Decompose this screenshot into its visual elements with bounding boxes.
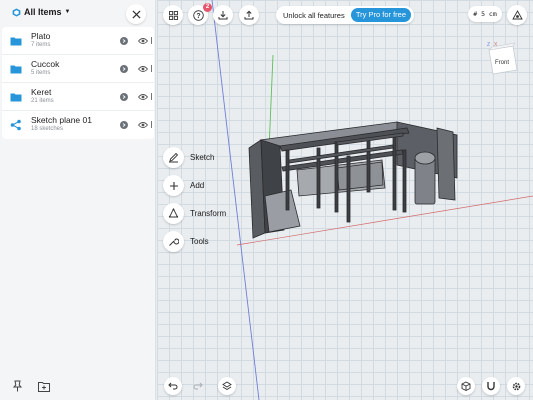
settings-button[interactable] [507,377,525,395]
list-item[interactable]: Keret 21 items [2,83,154,111]
list-item[interactable]: Cuccok 5 items [2,55,154,83]
folder-icon [10,37,22,46]
tool-label: Sketch [190,153,215,162]
arrow-right-icon[interactable] [120,121,128,129]
item-count: 18 sketches [31,126,64,132]
undo-icon [168,382,178,390]
plus-icon [169,181,178,190]
redo-button[interactable] [189,377,207,395]
cube-axis-z: Z [487,42,490,48]
eye-icon[interactable] [138,121,148,129]
new-folder-button[interactable] [36,378,52,394]
download-icon [218,11,228,20]
redo-icon [193,382,203,390]
drag-handle[interactable] [151,37,152,44]
tool-tools[interactable]: Tools [163,231,209,252]
eye-icon[interactable] [138,37,148,45]
unlock-label: Unlock all features [283,10,345,20]
undo-button[interactable] [164,377,182,395]
view-cube[interactable]: Front Z X [483,40,521,78]
item-name: Sketch plane 01 [31,115,92,125]
close-icon [131,9,141,19]
cube-logo-icon [12,7,21,17]
arrow-right-icon[interactable] [120,65,128,73]
notification-badge: 2 [203,3,212,12]
model-scene [211,0,533,400]
upgrade-banner[interactable]: Unlock all features Try Pro for free [276,6,414,24]
item-count: 5 items [31,70,51,76]
item-count: 7 items [31,42,51,48]
import-button[interactable] [213,5,233,25]
list-item[interactable]: Sketch plane 01 18 sketches [2,111,154,139]
sidebar-header: All Items ▼ [0,0,156,27]
upload-icon [244,10,254,20]
svg-text:?: ? [196,13,200,20]
tool-transform[interactable]: Transform [163,203,226,224]
layers-button[interactable] [218,377,236,395]
magnet-icon [487,382,495,391]
grid-size-button[interactable]: # 5 cm [468,6,502,22]
cube-face-label: Front [495,60,509,66]
cube-icon [461,381,471,391]
tool-sketch[interactable]: Sketch [163,147,214,168]
drag-handle[interactable] [151,93,152,100]
list-item[interactable]: Plato 7 items [2,27,154,55]
3d-model [248,121,458,239]
z-axis-line [268,54,274,151]
perspective-icon [511,9,523,19]
item-count: 21 items [31,98,54,104]
pin-icon [12,380,22,392]
grid-icon [168,10,178,20]
chevron-down-icon: ▼ [64,9,71,15]
share-nodes-icon [10,119,21,131]
item-list: Plato 7 items Cuccok 5 items Keret 21 it… [2,27,154,139]
tool-label: Tools [190,237,209,246]
3d-viewport[interactable]: Front Z X [157,0,533,400]
gear-icon [512,382,520,390]
try-pro-button[interactable]: Try Pro for free [350,8,411,22]
item-name: Cuccok [31,59,60,69]
layers-icon [222,381,232,391]
tool-label: Add [190,181,205,190]
sidebar: All Items ▼ Plato 7 items Cuccok 5 items… [0,0,156,400]
grid-view-button[interactable] [163,5,183,25]
pencil-icon [169,152,179,163]
arrow-right-icon[interactable] [120,37,128,45]
transform-icon [168,208,179,218]
eye-icon[interactable] [138,65,148,73]
drag-handle[interactable] [151,121,152,128]
snap-button[interactable] [482,377,500,395]
arrow-right-icon[interactable] [120,93,128,101]
pin-button[interactable] [9,378,25,394]
drag-handle[interactable] [151,65,152,72]
view-settings-button[interactable] [507,5,527,25]
tool-add[interactable]: Add [163,175,204,196]
render-mode-button[interactable] [457,377,475,395]
share-button[interactable] [239,5,259,25]
tool-label: Transform [190,209,227,218]
all-items-dropdown[interactable]: All Items ▼ [12,7,70,17]
help-icon: ? [192,9,204,21]
item-name: Keret [31,87,52,97]
add-folder-icon [38,381,50,392]
folder-icon [10,65,22,74]
eye-icon[interactable] [138,93,148,101]
item-name: Plato [31,31,51,41]
folder-icon [10,93,22,102]
close-button[interactable] [126,4,146,24]
sidebar-title: All Items [24,7,62,17]
wrench-icon [169,238,179,246]
